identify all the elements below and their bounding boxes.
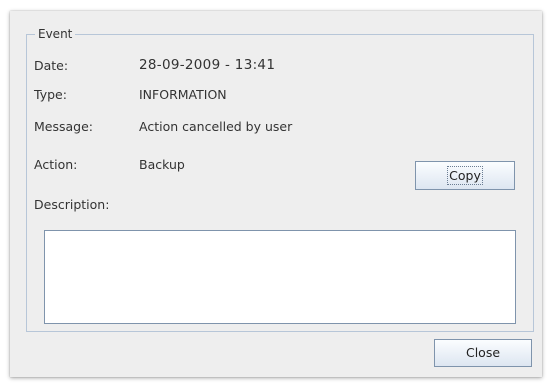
date-label: Date:: [34, 58, 69, 73]
type-value: INFORMATION: [139, 87, 227, 102]
copy-button[interactable]: Copy: [415, 161, 515, 190]
action-label: Action:: [34, 157, 78, 172]
description-label: Description:: [34, 197, 110, 212]
type-label: Type:: [34, 87, 67, 102]
date-value: 28-09-2009 - 13:41: [139, 57, 276, 73]
event-dialog: Event Date: 28-09-2009 - 13:41 Type: INF…: [10, 11, 542, 377]
message-label: Message:: [34, 119, 93, 134]
close-button[interactable]: Close: [434, 339, 532, 367]
action-value: Backup: [139, 157, 185, 172]
event-group-legend: Event: [35, 26, 76, 42]
copy-button-label: Copy: [447, 165, 483, 185]
message-value: Action cancelled by user: [139, 119, 293, 134]
description-textarea[interactable]: [44, 230, 516, 324]
